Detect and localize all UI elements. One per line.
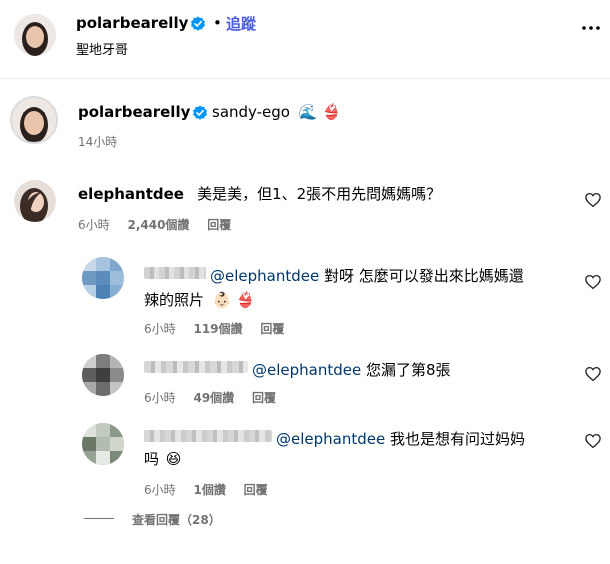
- comment-text: 美是美，但1、2張不用先問媽媽嗎？: [197, 185, 442, 203]
- reply-likes[interactable]: 119個讚: [193, 322, 242, 336]
- reply-meta: 6小時 49個讚 回覆: [144, 389, 276, 406]
- header-avatar[interactable]: [14, 14, 56, 56]
- reply-likes[interactable]: 1個讚: [193, 483, 225, 497]
- comment-likes[interactable]: 2,440個讚: [127, 218, 189, 232]
- comment-meta: 6小時 2,440個讚 回覆: [78, 216, 231, 233]
- view-replies-line: [84, 518, 114, 519]
- reply-meta: 6小時 1個讚 回覆: [144, 481, 268, 498]
- reply-username-blurred[interactable]: [144, 361, 248, 373]
- baby-emoji-icon: 👶🏻: [212, 291, 232, 309]
- reply-text: @elephantdee 對呀 怎麼可以發出來比媽媽還: [210, 264, 524, 288]
- reply-reply-button[interactable]: 回覆: [252, 391, 276, 405]
- reply-reply-button[interactable]: 回覆: [260, 322, 284, 336]
- reply-body: 您漏了第8張: [361, 361, 451, 379]
- reply-body-line2: 辣的照片: [144, 291, 205, 309]
- bikini-emoji-icon: 👙: [322, 103, 341, 121]
- reply-reply-button[interactable]: 回覆: [244, 483, 268, 497]
- reply-mention[interactable]: @elephantdee: [276, 430, 385, 448]
- comment-time[interactable]: 6小時: [78, 218, 110, 232]
- reply-likes[interactable]: 49個讚: [193, 391, 234, 405]
- reply-like-icon[interactable]: [584, 432, 602, 454]
- comment-like-icon[interactable]: [584, 191, 602, 213]
- caption-time[interactable]: 14小時: [78, 133, 117, 150]
- reply-text: @elephantdee 您漏了第8張: [252, 358, 451, 382]
- reply-like-icon[interactable]: [584, 365, 602, 387]
- bikini-emoji-icon: 👙: [236, 291, 255, 309]
- laughing-emoji-icon: 😆: [165, 450, 182, 468]
- reply-mention[interactable]: @elephantdee: [210, 267, 319, 285]
- view-replies-button[interactable]: 查看回覆（28）: [132, 511, 221, 528]
- caption-body: sandy-ego: [212, 103, 290, 121]
- verified-badge-icon: [193, 105, 207, 120]
- caption-username[interactable]: polarbearelly: [78, 103, 190, 121]
- caption-avatar[interactable]: [10, 96, 58, 144]
- caption-text: sandy-ego 🌊 👙: [212, 103, 341, 121]
- comment-reply-button[interactable]: 回覆: [207, 218, 231, 232]
- follow-button[interactable]: 追蹤: [226, 13, 256, 34]
- reply-avatar[interactable]: [82, 423, 124, 465]
- comment-avatar[interactable]: [14, 180, 56, 222]
- reply-time[interactable]: 6小時: [144, 483, 176, 497]
- reply-avatar[interactable]: [82, 354, 124, 396]
- reply-time[interactable]: 6小時: [144, 322, 176, 336]
- reply-text-line2: 吗 😆: [144, 447, 181, 471]
- reply-meta: 6小時 119個讚 回覆: [144, 320, 284, 337]
- wave-emoji-icon: 🌊: [298, 103, 318, 121]
- verified-badge-icon: [191, 16, 205, 31]
- reply-time[interactable]: 6小時: [144, 391, 176, 405]
- reply-username-blurred[interactable]: [144, 267, 206, 279]
- reply-body: 我也是想有问过妈妈: [385, 430, 525, 448]
- reply-text: @elephantdee 我也是想有问过妈妈: [276, 427, 525, 451]
- location-label[interactable]: 聖地牙哥: [76, 39, 128, 58]
- reply-body: 對呀 怎麼可以發出來比媽媽還: [319, 267, 524, 285]
- reply-body-line2: 吗: [144, 450, 160, 468]
- more-options-icon[interactable]: [580, 20, 602, 36]
- reply-username-blurred[interactable]: [144, 430, 272, 442]
- reply-avatar[interactable]: [82, 257, 124, 299]
- comment-row: elephantdee 美是美，但1、2張不用先問媽媽嗎？: [78, 183, 441, 204]
- reply-mention[interactable]: @elephantdee: [252, 361, 361, 379]
- reply-like-icon[interactable]: [584, 273, 602, 295]
- reply-text-line2: 辣的照片 👶🏻 👙: [144, 288, 255, 312]
- comment-username[interactable]: elephantdee: [78, 185, 184, 203]
- header-username[interactable]: polarbearelly: [76, 14, 188, 32]
- header-dot: •: [213, 14, 222, 32]
- header-divider: [0, 78, 610, 79]
